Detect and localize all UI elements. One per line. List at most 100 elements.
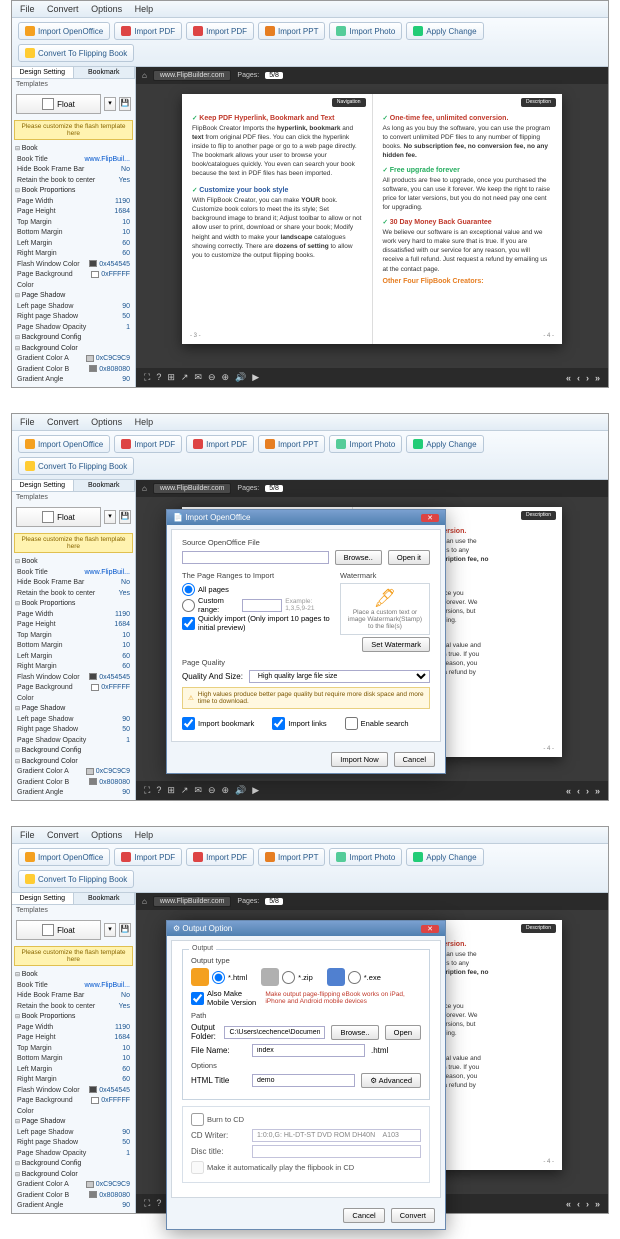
tab-design-setting[interactable]: Design Setting: [12, 67, 74, 78]
browse-button[interactable]: Browse..: [335, 550, 382, 565]
prev-page-button[interactable]: ‹: [577, 786, 580, 796]
import-ppt-button[interactable]: Import PPT: [258, 435, 325, 453]
cancel-button[interactable]: Cancel: [394, 752, 435, 767]
output-folder-input[interactable]: [224, 1026, 325, 1039]
home-icon[interactable]: ⌂: [142, 484, 147, 493]
next-page-button[interactable]: ›: [586, 1199, 589, 1209]
convert-button[interactable]: Convert: [391, 1208, 435, 1223]
prev-page-button[interactable]: ‹: [577, 1199, 580, 1209]
quality-select[interactable]: High quality large file size: [249, 670, 430, 683]
zoom-out-icon[interactable]: ⊖: [208, 785, 216, 796]
home-icon[interactable]: ⌂: [142, 897, 147, 906]
open-button[interactable]: Open it: [388, 550, 430, 565]
cancel-button[interactable]: Cancel: [343, 1208, 384, 1223]
sound-icon[interactable]: 🔊: [235, 372, 246, 383]
template-save-button[interactable]: 💾: [119, 510, 131, 524]
menu-convert[interactable]: Convert: [47, 4, 79, 14]
browse-button[interactable]: Browse..: [331, 1025, 378, 1040]
last-page-button[interactable]: »: [595, 786, 600, 796]
import-pdf-button[interactable]: Import PDF: [114, 848, 182, 866]
first-page-button[interactable]: «: [566, 786, 571, 796]
file-name-input[interactable]: [252, 1044, 365, 1057]
first-page-button[interactable]: «: [566, 373, 571, 383]
import-ppt-button[interactable]: Import PPT: [258, 22, 325, 40]
import-pdf-button-2[interactable]: Import PDF: [186, 435, 254, 453]
address-bar[interactable]: www.FlipBuilder.com: [153, 70, 232, 81]
quick-import-check[interactable]: Quickly import (Only import 10 pages to …: [182, 614, 334, 632]
import-pdf-button[interactable]: Import PDF: [114, 435, 182, 453]
address-bar[interactable]: www.FlipBuilder.com: [153, 896, 232, 907]
first-page-button[interactable]: «: [566, 1199, 571, 1209]
import-photo-button[interactable]: Import Photo: [329, 435, 402, 453]
custom-range-input[interactable]: [242, 599, 282, 612]
import-openoffice-button[interactable]: Import OpenOffice: [18, 435, 110, 453]
help-icon[interactable]: ?: [156, 372, 161, 383]
import-pdf-button-2[interactable]: Import PDF: [186, 22, 254, 40]
menu-file[interactable]: File: [20, 4, 35, 14]
property-tree[interactable]: BookBook Titlewww.FlipBuil...Hide Book F…: [12, 142, 135, 387]
menu-options[interactable]: Options: [91, 4, 122, 14]
help-icon[interactable]: ?: [156, 1198, 161, 1209]
close-button[interactable]: ✕: [421, 514, 439, 522]
page-input[interactable]: 5/8: [265, 485, 283, 492]
set-watermark-button[interactable]: Set Watermark: [362, 637, 430, 652]
share-icon[interactable]: ↗: [181, 372, 189, 383]
next-page-button[interactable]: ›: [586, 373, 589, 383]
mobile-version-check[interactable]: Also Make Mobile Version Make output pag…: [191, 989, 421, 1007]
open-button[interactable]: Open: [385, 1025, 421, 1040]
autoplay-check[interactable]: Make it automatically play the flipbook …: [191, 1161, 421, 1174]
flipbook[interactable]: Navigation ✓ Keep PDF Hyperlink, Bookmar…: [182, 94, 562, 344]
mail-icon[interactable]: ✉: [194, 785, 202, 796]
tab-bookmark[interactable]: Bookmark: [74, 893, 136, 904]
menu-options[interactable]: Options: [91, 417, 122, 427]
convert-button[interactable]: Convert To Flipping Book: [18, 44, 134, 62]
import-pdf-button-2[interactable]: Import PDF: [186, 848, 254, 866]
home-icon[interactable]: ⌂: [142, 71, 147, 80]
last-page-button[interactable]: »: [595, 373, 600, 383]
property-tree[interactable]: BookBook Titlewww.FlipBuil...Hide Book F…: [12, 555, 135, 800]
import-ppt-button[interactable]: Import PPT: [258, 848, 325, 866]
mail-icon[interactable]: ✉: [194, 372, 202, 383]
prev-page-button[interactable]: ‹: [577, 373, 580, 383]
expand-icon[interactable]: ⛶: [144, 1198, 150, 1209]
zoom-in-icon[interactable]: ⊕: [222, 785, 230, 796]
share-icon[interactable]: ↗: [181, 785, 189, 796]
tab-design-setting[interactable]: Design Setting: [12, 893, 74, 904]
template-dropdown[interactable]: ▾: [104, 97, 116, 111]
enable-search-check[interactable]: Enable search: [345, 717, 409, 730]
expand-icon[interactable]: ⛶: [144, 372, 150, 383]
zoom-in-icon[interactable]: ⊕: [222, 372, 230, 383]
tab-bookmark[interactable]: Bookmark: [74, 67, 136, 78]
output-zip-radio[interactable]: *.zip: [261, 968, 313, 986]
close-button[interactable]: ✕: [421, 925, 439, 933]
advanced-button[interactable]: ⚙ Advanced: [361, 1073, 421, 1088]
import-openoffice-button[interactable]: Import OpenOffice: [18, 848, 110, 866]
convert-button[interactable]: Convert To Flipping Book: [18, 457, 134, 475]
page-input[interactable]: 5/8: [265, 898, 283, 905]
apply-change-button[interactable]: Apply Change: [406, 22, 483, 40]
last-page-button[interactable]: »: [595, 1199, 600, 1209]
tab-bookmark[interactable]: Bookmark: [74, 480, 136, 491]
apply-change-button[interactable]: Apply Change: [406, 848, 483, 866]
menu-convert[interactable]: Convert: [47, 830, 79, 840]
thumbs-icon[interactable]: ⊞: [167, 372, 175, 383]
import-now-button[interactable]: Import Now: [331, 752, 387, 767]
menu-file[interactable]: File: [20, 417, 35, 427]
burn-cd-check[interactable]: Burn to CD: [191, 1113, 421, 1126]
address-bar[interactable]: www.FlipBuilder.com: [153, 483, 232, 494]
import-bookmark-check[interactable]: Import bookmark: [182, 717, 254, 730]
output-exe-radio[interactable]: *.exe: [327, 968, 381, 986]
next-page-button[interactable]: ›: [586, 786, 589, 796]
template-float-button[interactable]: Float: [16, 507, 101, 527]
sound-icon[interactable]: 🔊: [235, 785, 246, 796]
menu-options[interactable]: Options: [91, 830, 122, 840]
custom-range-radio[interactable]: Custom range: Example: 1,3,5,9-21: [182, 596, 334, 614]
template-float-button[interactable]: Float: [16, 94, 101, 114]
source-file-input[interactable]: [182, 551, 329, 564]
import-pdf-button[interactable]: Import PDF: [114, 22, 182, 40]
tab-design-setting[interactable]: Design Setting: [12, 480, 74, 491]
zoom-out-icon[interactable]: ⊖: [208, 372, 216, 383]
property-tree[interactable]: BookBook Titlewww.FlipBuil...Hide Book F…: [12, 968, 135, 1213]
template-dropdown[interactable]: ▾: [104, 923, 116, 937]
menu-convert[interactable]: Convert: [47, 417, 79, 427]
